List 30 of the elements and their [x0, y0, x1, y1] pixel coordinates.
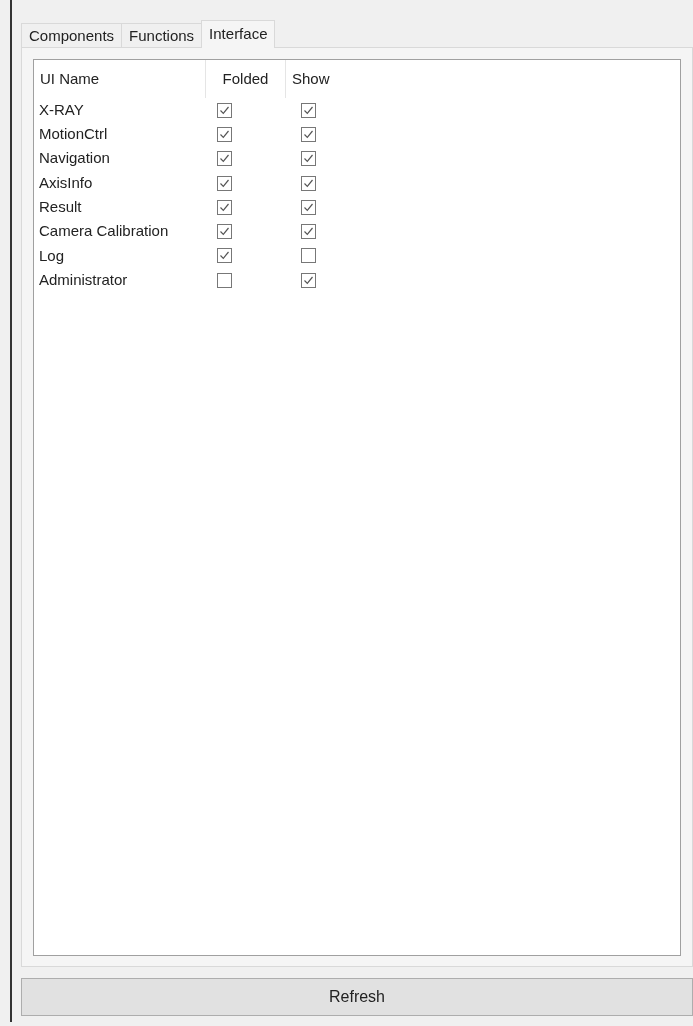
table-cell: Navigation — [39, 149, 110, 167]
table-cell: AxisInfo — [39, 173, 93, 191]
tab[interactable]: Components — [21, 23, 123, 48]
checkbox[interactable] — [217, 102, 232, 118]
checkbox[interactable] — [301, 224, 316, 240]
checkbox[interactable] — [301, 151, 316, 167]
checkbox[interactable] — [217, 272, 232, 288]
refresh-button[interactable]: Refresh — [21, 978, 693, 1016]
table-cell: Result — [39, 198, 82, 216]
column-header[interactable]: UI Name — [40, 67, 100, 91]
table-cell: Administrator — [39, 270, 128, 288]
checkbox[interactable] — [217, 126, 232, 142]
checkbox[interactable] — [301, 199, 316, 215]
checkbox[interactable] — [217, 224, 232, 240]
checkbox[interactable] — [301, 272, 316, 288]
table-cell: Log — [39, 246, 65, 264]
table-cell: MotionCtrl — [39, 125, 108, 143]
table-cell: X-RAY — [39, 100, 84, 118]
checkbox[interactable] — [301, 248, 316, 264]
checkbox[interactable] — [301, 102, 316, 118]
checkbox[interactable] — [217, 248, 232, 264]
checkbox[interactable] — [301, 126, 316, 142]
tab[interactable]: Interface — [201, 20, 276, 48]
column-header[interactable]: Folded — [222, 67, 269, 91]
checkbox[interactable] — [301, 175, 316, 191]
checkbox[interactable] — [217, 151, 232, 167]
checkbox[interactable] — [217, 199, 232, 215]
table-cell: Camera Calibration — [39, 222, 169, 240]
checkbox[interactable] — [217, 175, 232, 191]
column-header[interactable]: Show — [292, 67, 330, 91]
